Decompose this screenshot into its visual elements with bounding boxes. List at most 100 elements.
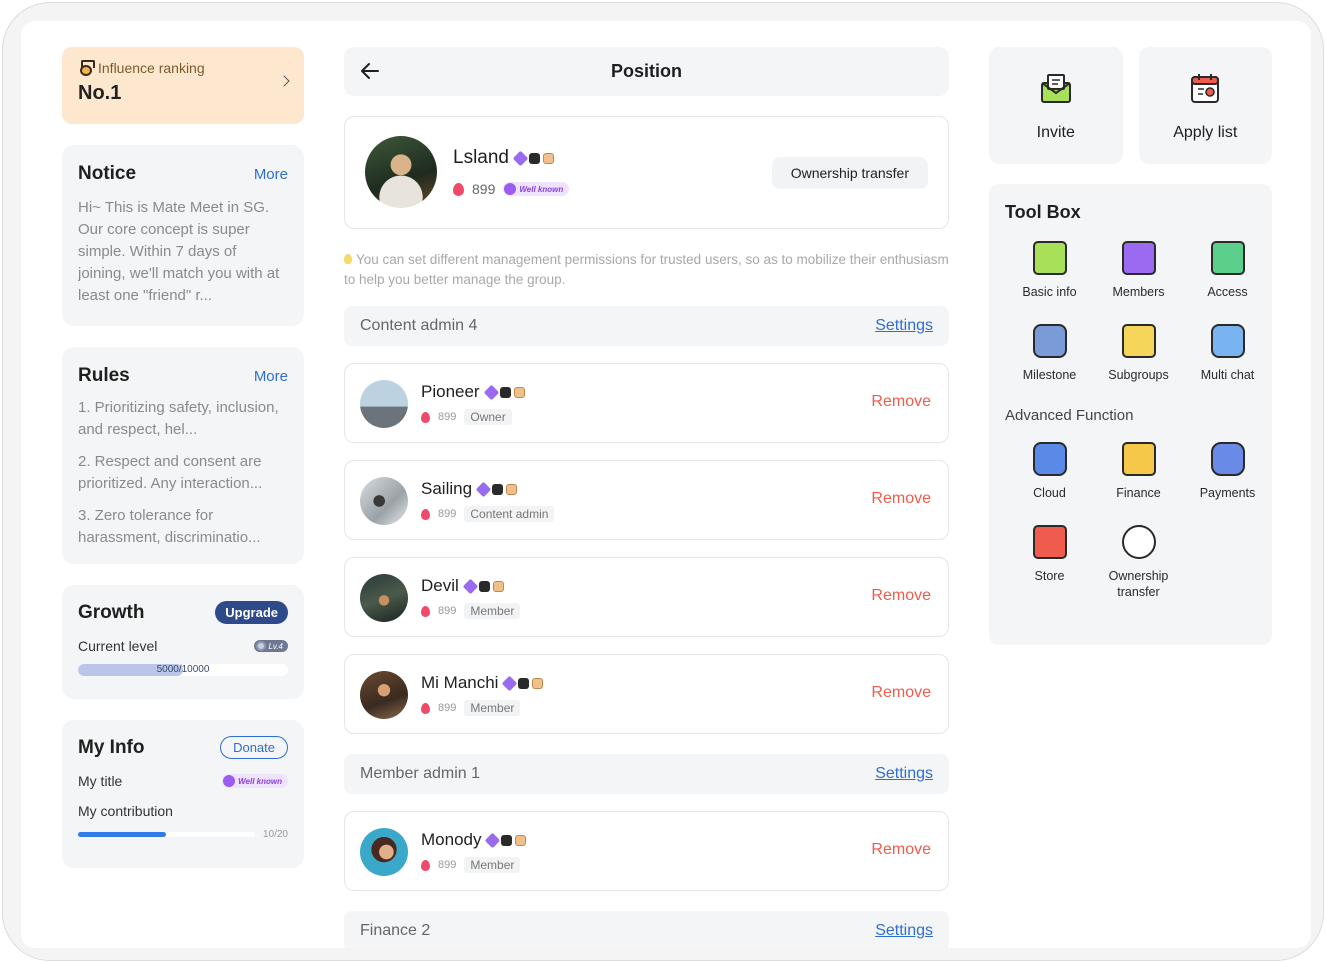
box-badge-icon bbox=[515, 834, 527, 846]
contribution-progress-bar bbox=[78, 832, 255, 837]
user-badges bbox=[485, 832, 527, 848]
gem-badge-icon bbox=[502, 675, 518, 691]
member-score: 899 bbox=[438, 702, 457, 714]
owner-score: 899 bbox=[472, 181, 496, 197]
invite-tile[interactable]: Invite bbox=[989, 47, 1123, 164]
avatar[interactable] bbox=[360, 574, 408, 622]
ownership-transfer-button[interactable]: Ownership transfer bbox=[771, 157, 928, 189]
influence-label: Influence ranking bbox=[98, 60, 205, 76]
tool-milestone[interactable]: Milestone bbox=[1005, 324, 1094, 383]
current-level-label: Current level bbox=[78, 638, 158, 654]
section-title: Finance 2 bbox=[360, 922, 431, 939]
my-info-card: My Info Donate My title Well known My co… bbox=[62, 720, 304, 868]
gem-badge-icon bbox=[485, 832, 501, 848]
member-name: Pioneer bbox=[421, 382, 480, 401]
apply-list-tile[interactable]: Apply list bbox=[1138, 47, 1272, 164]
member-card: Mi Manchi 899 Member Remove bbox=[344, 654, 949, 734]
flame-icon bbox=[421, 508, 430, 520]
avatar[interactable] bbox=[360, 671, 408, 719]
rule-item: 3. Zero tolerance for harassment, discri… bbox=[78, 507, 261, 546]
tool-payments[interactable]: Payments bbox=[1183, 442, 1272, 501]
member-score: 899 bbox=[438, 605, 457, 617]
flame-icon bbox=[421, 702, 430, 714]
influence-ranking-card[interactable]: Influence ranking No.1 bbox=[62, 47, 304, 124]
notice-card: Notice More Hi~ This is Mate Meet in SG.… bbox=[62, 145, 304, 326]
contribution-progress-fill bbox=[78, 832, 167, 837]
apply-list-label: Apply list bbox=[1173, 124, 1238, 141]
my-title-label: My title bbox=[78, 773, 123, 789]
section-title: Member admin 1 bbox=[360, 765, 481, 782]
growth-title: Growth bbox=[78, 601, 145, 623]
tool-cloud[interactable]: Cloud bbox=[1005, 442, 1094, 501]
flame-icon bbox=[421, 859, 430, 871]
tool-members[interactable]: Members bbox=[1094, 241, 1183, 300]
camera-badge-icon bbox=[518, 677, 530, 689]
tool-label: Ownership transfer bbox=[1108, 569, 1169, 599]
member-role: Owner bbox=[464, 409, 512, 425]
remove-button[interactable]: Remove bbox=[871, 587, 931, 605]
flame-icon bbox=[421, 411, 430, 423]
member-card: Devil 899 Member Remove bbox=[344, 557, 949, 637]
subgroups-icon bbox=[1121, 324, 1156, 358]
my-contribution-label: My contribution bbox=[78, 803, 173, 819]
well-known-icon bbox=[504, 183, 517, 195]
medal-icon bbox=[78, 60, 95, 76]
avatar[interactable] bbox=[360, 380, 408, 428]
tool-label: Payments bbox=[1199, 486, 1256, 500]
notice-more-link[interactable]: More bbox=[254, 166, 288, 183]
notice-title: Notice bbox=[78, 163, 137, 184]
member-name: Devil bbox=[421, 576, 459, 595]
avatar[interactable] bbox=[360, 828, 408, 876]
tool-finance[interactable]: Finance bbox=[1094, 442, 1183, 501]
remove-button[interactable]: Remove bbox=[871, 490, 931, 508]
ownership-transfer-icon bbox=[1121, 525, 1156, 559]
avatar[interactable] bbox=[365, 136, 437, 208]
toolbox-title: Tool Box bbox=[1005, 202, 1081, 222]
contribution-count: 10/20 bbox=[262, 829, 288, 840]
page-title: Position bbox=[611, 61, 682, 81]
rule-item: 1. Prioritizing safety, inclusion, and r… bbox=[78, 399, 279, 438]
milestone-road-icon bbox=[1032, 324, 1067, 358]
tool-label: Members bbox=[1112, 285, 1165, 299]
well-known-badge: Well known bbox=[503, 182, 570, 196]
my-info-title: My Info bbox=[78, 736, 145, 758]
member-role: Member bbox=[464, 857, 521, 873]
avatar[interactable] bbox=[360, 477, 408, 525]
member-card: Sailing 899 Content admin Remove bbox=[344, 460, 949, 540]
tool-subgroups[interactable]: Subgroups bbox=[1094, 324, 1183, 383]
tool-access[interactable]: Access bbox=[1183, 241, 1272, 300]
remove-button[interactable]: Remove bbox=[871, 841, 931, 859]
upgrade-button[interactable]: Upgrade bbox=[215, 601, 288, 624]
tool-label: Cloud bbox=[1033, 486, 1066, 500]
tool-multi-chat[interactable]: Multi chat bbox=[1183, 324, 1272, 383]
flame-icon bbox=[453, 182, 464, 196]
rules-more-link[interactable]: More bbox=[254, 368, 288, 385]
box-badge-icon bbox=[492, 580, 504, 592]
tool-basic-info[interactable]: Basic info bbox=[1005, 241, 1094, 300]
settings-link[interactable]: Settings bbox=[875, 922, 933, 940]
settings-link[interactable]: Settings bbox=[875, 765, 933, 783]
tool-ownership-transfer[interactable]: Ownership transfer bbox=[1094, 525, 1183, 600]
rule-item: 2. Respect and consent are prioritized. … bbox=[78, 453, 263, 492]
stripe-payments-icon bbox=[1210, 442, 1245, 476]
gem-badge-icon bbox=[475, 481, 492, 497]
section-header: Content admin 4 Settings bbox=[344, 306, 949, 346]
member-name: Sailing bbox=[421, 479, 473, 498]
cloud-icon bbox=[1032, 442, 1067, 476]
permissions-hint: You can set different management permiss… bbox=[344, 252, 949, 287]
tool-store[interactable]: Store bbox=[1005, 525, 1094, 600]
left-sidebar: Influence ranking No.1 Notice More Hi~ T… bbox=[62, 47, 304, 868]
member-score: 899 bbox=[438, 411, 457, 423]
tool-label: Access bbox=[1207, 285, 1248, 299]
remove-button[interactable]: Remove bbox=[871, 684, 931, 702]
settings-link[interactable]: Settings bbox=[875, 317, 933, 335]
member-role: Content admin bbox=[464, 506, 555, 522]
camera-badge-icon bbox=[501, 834, 513, 846]
member-role: Member bbox=[464, 700, 521, 716]
box-badge-icon bbox=[543, 152, 554, 164]
donate-button[interactable]: Donate bbox=[220, 736, 288, 759]
right-sidebar: Invite Apply list Tool Box Basic info Me… bbox=[989, 47, 1272, 645]
growth-progress-bar: 5000/10000 bbox=[78, 664, 288, 676]
box-badge-icon bbox=[532, 677, 544, 689]
remove-button[interactable]: Remove bbox=[871, 393, 931, 411]
